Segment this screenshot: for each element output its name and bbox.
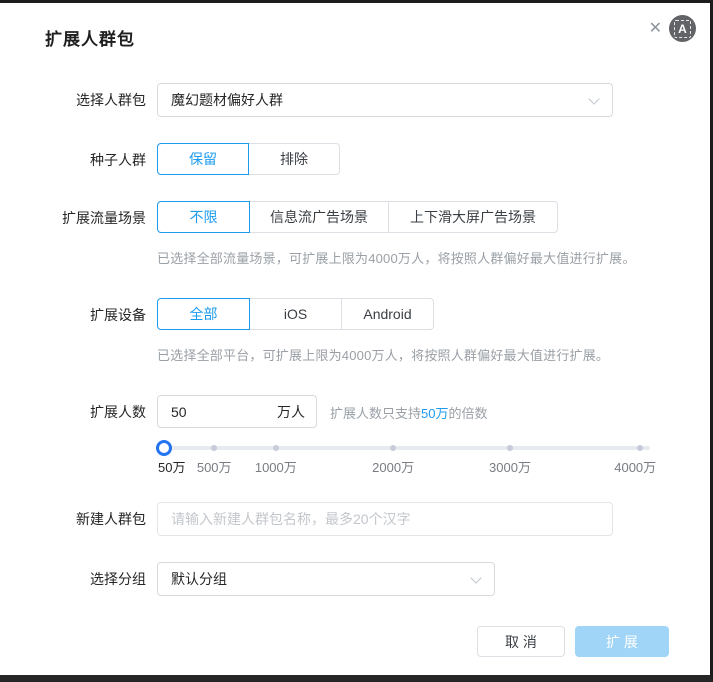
device-label: 扩展设备 <box>90 307 146 323</box>
count-label: 扩展人数 <box>90 404 146 420</box>
scene-label: 扩展流量场景 <box>62 210 146 226</box>
seed-option-exclude[interactable]: 排除 <box>248 143 340 175</box>
group-select[interactable]: 默认分组 <box>157 562 495 596</box>
chevron-down-icon <box>470 572 482 584</box>
device-option-android[interactable]: Android <box>341 298 434 330</box>
scene-option-unlimited[interactable]: 不限 <box>157 201 250 233</box>
slider-mark-2000[interactable]: 2000万 <box>372 457 414 476</box>
row-new-package: 新建人群包 <box>0 502 710 536</box>
count-input-box: 万人 <box>157 395 317 428</box>
new-package-label: 新建人群包 <box>76 511 146 527</box>
count-unit: 万人 <box>277 403 305 420</box>
translate-badge-letter: A <box>674 19 691 38</box>
slider-mark-50[interactable]: 50万 <box>158 457 185 476</box>
dialog-form: 选择人群包 魔幻题材偏好人群 种子人群 保留 排除 扩展流量场景 不限 信息流广… <box>0 50 710 596</box>
package-label: 选择人群包 <box>76 92 146 108</box>
seed-label: 种子人群 <box>90 152 146 168</box>
count-input[interactable] <box>158 403 258 420</box>
chevron-down-icon <box>588 93 600 105</box>
cancel-button[interactable]: 取 消 <box>477 626 565 657</box>
count-slider: 50万 500万 1000万 2000万 3000万 4000万 <box>155 440 656 476</box>
device-helper-text: 已选择全部平台，可扩展上限为4000万人，将按照人群偏好最大值进行扩展。 <box>157 348 610 363</box>
slider-mark-3000[interactable]: 3000万 <box>489 457 531 476</box>
device-button-group: 全部 iOS Android <box>157 298 434 330</box>
new-package-input[interactable] <box>157 502 613 536</box>
scene-option-fullscreen[interactable]: 上下滑大屏广告场景 <box>388 201 558 233</box>
device-option-ios[interactable]: iOS <box>249 298 342 330</box>
group-label: 选择分组 <box>90 571 146 587</box>
slider-track[interactable] <box>155 440 650 456</box>
slider-dot <box>506 445 513 451</box>
translate-badge-icon[interactable]: A <box>669 15 696 42</box>
slider-mark-4000[interactable]: 4000万 <box>614 457 656 476</box>
slider-mark-1000[interactable]: 1000万 <box>255 457 297 476</box>
seed-button-group: 保留 排除 <box>157 143 340 175</box>
slider-dot <box>272 445 279 451</box>
scene-helper-text: 已选择全部流量场景，可扩展上限为4000万人，将按照人群偏好最大值进行扩展。 <box>157 251 636 266</box>
row-expand-count: 扩展人数 万人 扩展人数只支持50万的倍数 <box>0 395 710 428</box>
seed-option-keep[interactable]: 保留 <box>157 143 249 175</box>
row-traffic-scene: 扩展流量场景 不限 信息流广告场景 上下滑大屏广告场景 <box>0 201 710 233</box>
group-select-value: 默认分组 <box>171 571 227 587</box>
slider-dot <box>637 445 644 451</box>
device-option-all[interactable]: 全部 <box>157 298 250 330</box>
row-group: 选择分组 默认分组 <box>0 562 710 596</box>
expand-confirm-button[interactable]: 扩 展 <box>575 626 669 657</box>
package-select-value: 魔幻题材偏好人群 <box>171 92 283 108</box>
count-helper-text: 扩展人数只支持50万的倍数 <box>330 406 488 421</box>
dialog-footer: 取 消 扩 展 <box>0 622 710 657</box>
slider-dot <box>211 445 218 451</box>
package-select[interactable]: 魔幻题材偏好人群 <box>157 83 613 117</box>
expand-audience-dialog: 扩展人群包 ✕ A 选择人群包 魔幻题材偏好人群 种子人群 保留 排除 扩展流量… <box>0 0 713 682</box>
row-seed-audience: 种子人群 保留 排除 <box>0 143 710 175</box>
close-icon[interactable]: ✕ <box>649 19 662 39</box>
slider-labels: 50万 500万 1000万 2000万 3000万 4000万 <box>157 457 656 476</box>
scene-button-group: 不限 信息流广告场景 上下滑大屏广告场景 <box>157 201 558 233</box>
scene-option-feed[interactable]: 信息流广告场景 <box>249 201 389 233</box>
count-helper-highlight: 50万 <box>421 406 449 421</box>
slider-handle[interactable] <box>155 440 172 456</box>
dialog-title: 扩展人群包 <box>45 30 135 49</box>
row-device: 扩展设备 全部 iOS Android <box>0 298 710 330</box>
row-select-package: 选择人群包 魔幻题材偏好人群 <box>0 83 710 117</box>
slider-dot <box>390 445 397 451</box>
dialog-header: 扩展人群包 ✕ A <box>0 3 710 50</box>
slider-mark-500[interactable]: 500万 <box>197 457 232 476</box>
